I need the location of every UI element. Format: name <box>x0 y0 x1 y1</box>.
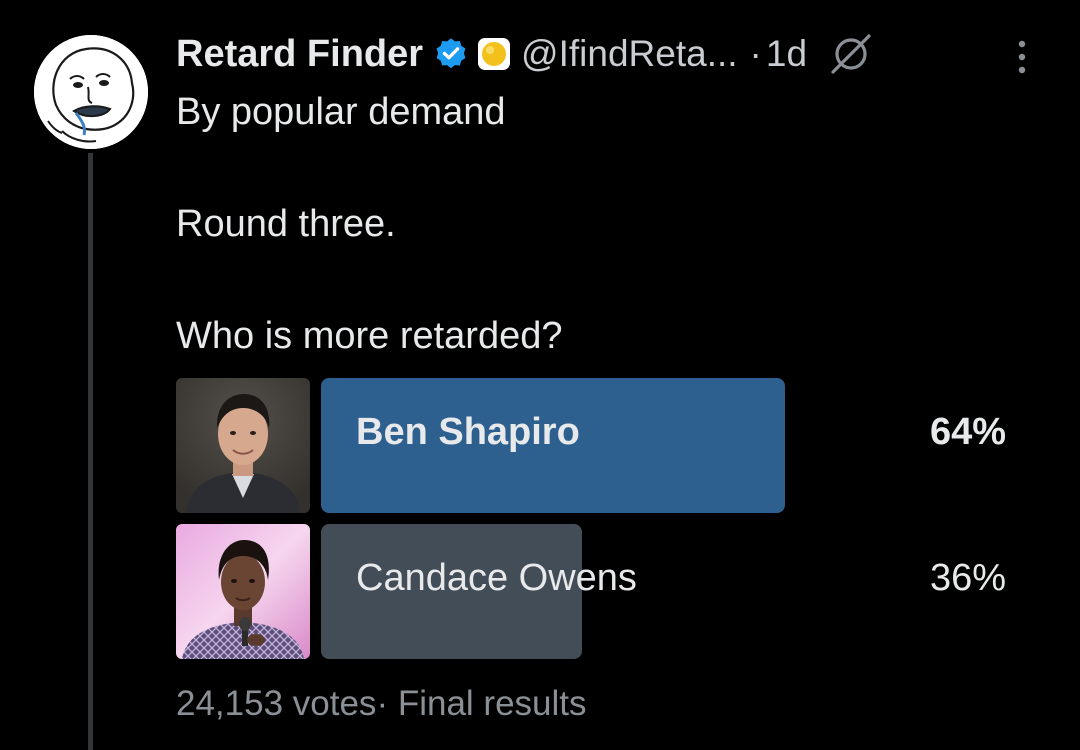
author-avatar[interactable] <box>34 35 148 149</box>
poll-option-ben-shapiro[interactable]: Ben Shapiro 64% <box>176 378 1036 513</box>
poll-footer-separator: · <box>376 684 389 723</box>
candace-owens-photo <box>176 524 310 659</box>
display-name[interactable]: Retard Finder <box>176 33 423 76</box>
thread-line <box>88 153 93 750</box>
header-separator: · <box>749 33 762 74</box>
poll-option-candace-owens[interactable]: Candace Owens 36% <box>176 524 1036 659</box>
tweet-time[interactable]: 1d <box>766 33 807 75</box>
tweet-text-line: Who is more retarded? <box>176 315 563 357</box>
poll-option-percent: 64% <box>929 411 1006 453</box>
tweet-text-line: Round three. <box>176 203 396 245</box>
grok-icon[interactable] <box>827 30 875 78</box>
ben-shapiro-photo <box>176 378 310 513</box>
yellow-circle-emoji-icon <box>477 37 511 71</box>
tweet-text-line: By popular demand <box>176 91 506 133</box>
poll: Ben Shapiro 64% Candace Owens 36% <box>176 378 1036 670</box>
more-options-icon[interactable] <box>1010 38 1034 78</box>
verified-badge-icon[interactable] <box>433 36 469 72</box>
poll-vote-count: 24,153 votes <box>176 684 377 723</box>
user-handle[interactable]: @IfindReta... <box>521 33 738 75</box>
poll-option-label: Candace Owens <box>356 557 637 599</box>
poll-option-percent: 36% <box>929 557 1006 599</box>
poll-footer: 24,153 votes· Final results <box>176 684 587 724</box>
poll-status: Final results <box>397 684 587 723</box>
tweet-text: By popular demand Round three. Who is mo… <box>176 84 1036 364</box>
poll-option-label: Ben Shapiro <box>356 411 580 453</box>
tweet-header: Retard Finder @IfindReta... · 1d <box>176 28 875 80</box>
wojak-face-avatar <box>34 35 148 149</box>
